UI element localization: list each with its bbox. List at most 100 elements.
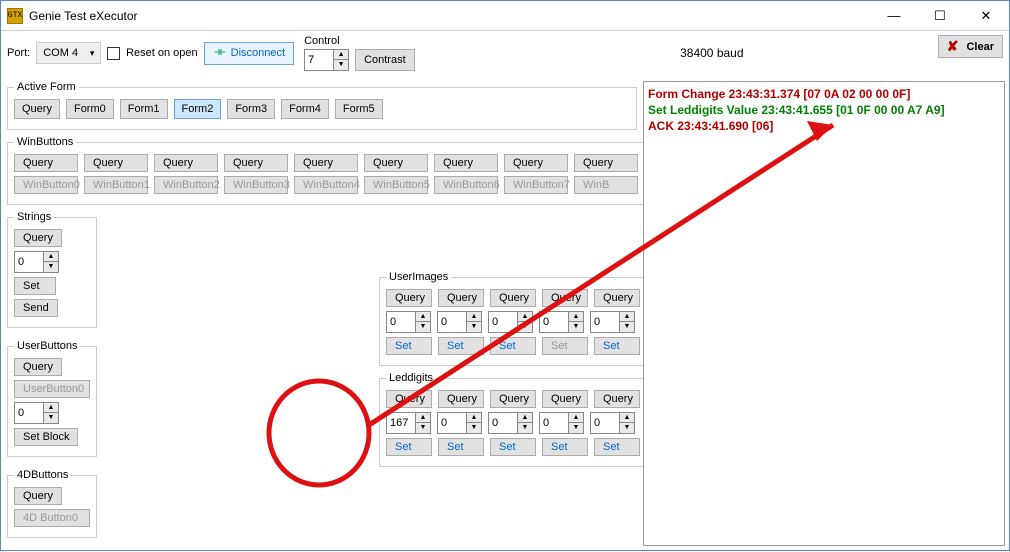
leddigits-input-1[interactable] xyxy=(438,413,466,433)
setblock-button[interactable]: Set Block xyxy=(14,428,78,446)
leddigits-input-3[interactable] xyxy=(540,413,568,433)
reset-checkbox[interactable] xyxy=(107,47,120,60)
winbutton-query-2[interactable]: Query xyxy=(154,154,218,172)
port-combo[interactable]: COM 4 ▾ xyxy=(36,42,101,64)
maximize-button[interactable]: ☐ xyxy=(917,1,963,30)
winbutton-7[interactable]: WinButton7 xyxy=(504,176,568,194)
log-line: Form Change 23:43:31.374 [07 0A 02 00 00… xyxy=(648,86,1000,102)
leddigits-query-4[interactable]: Query xyxy=(594,390,640,408)
leddigits-set-1[interactable]: Set xyxy=(438,438,484,456)
winbutton-query-7[interactable]: Query xyxy=(504,154,568,172)
window-title: Genie Test eXecutor xyxy=(29,9,871,23)
winbutton-query-0[interactable]: Query xyxy=(14,154,78,172)
winbutton-3[interactable]: WinButton3 xyxy=(224,176,288,194)
userbuttons-group: UserButtons Query UserButton0 ▲▼ Set Blo… xyxy=(7,340,97,457)
userimages-spinner-2[interactable]: ▲▼ xyxy=(488,311,533,333)
userimages-spinner-0[interactable]: ▲▼ xyxy=(386,311,431,333)
leddigits-input-4[interactable] xyxy=(591,413,619,433)
userimages-spinner-1[interactable]: ▲▼ xyxy=(437,311,482,333)
clear-button[interactable]: ✘ Clear xyxy=(938,35,1003,58)
userbuttons-input[interactable] xyxy=(15,403,43,423)
leddigits-spinner-2[interactable]: ▲▼ xyxy=(488,412,533,434)
4dbutton0-button[interactable]: 4D Button0 xyxy=(14,509,90,527)
leddigits-set-3[interactable]: Set xyxy=(542,438,588,456)
winbutton-6[interactable]: WinButton6 xyxy=(434,176,498,194)
winbutton-1[interactable]: WinButton1 xyxy=(84,176,148,194)
spin-down-icon[interactable]: ▼ xyxy=(333,60,348,70)
winbutton-query-8[interactable]: Query xyxy=(574,154,638,172)
userimages-query-4[interactable]: Query xyxy=(594,289,640,307)
control-input[interactable] xyxy=(305,50,333,70)
strings-set-button[interactable]: Set xyxy=(14,277,56,295)
userbutton0-button[interactable]: UserButton0 xyxy=(14,380,90,398)
leddigits-spinner-3[interactable]: ▲▼ xyxy=(539,412,584,434)
disconnect-icon xyxy=(213,45,227,62)
userimages-query-3[interactable]: Query xyxy=(542,289,588,307)
form-button-form0[interactable]: Form0 xyxy=(66,99,114,119)
userimages-input-4[interactable] xyxy=(591,312,619,332)
leddigits-set-2[interactable]: Set xyxy=(490,438,536,456)
winbutton-query-6[interactable]: Query xyxy=(434,154,498,172)
form-button-form1[interactable]: Form1 xyxy=(120,99,168,119)
leddigits-spinner-1[interactable]: ▲▼ xyxy=(437,412,482,434)
userimages-query-2[interactable]: Query xyxy=(490,289,536,307)
leddigits-query-0[interactable]: Query xyxy=(386,390,432,408)
userbuttons-query-button[interactable]: Query xyxy=(14,358,62,376)
log-panel: Form Change 23:43:31.374 [07 0A 02 00 00… xyxy=(643,81,1005,546)
userimages-query-0[interactable]: Query xyxy=(386,289,432,307)
strings-input[interactable] xyxy=(15,252,43,272)
leddigits-input-2[interactable] xyxy=(489,413,517,433)
leddigits-query-3[interactable]: Query xyxy=(542,390,588,408)
strings-query-button[interactable]: Query xyxy=(14,229,62,247)
userimages-spinner-3[interactable]: ▲▼ xyxy=(539,311,584,333)
userimages-input-3[interactable] xyxy=(540,312,568,332)
userimages-spinner-4[interactable]: ▲▼ xyxy=(590,311,635,333)
contrast-button[interactable]: Contrast xyxy=(355,49,415,71)
log-line: ACK 23:43:41.690 [06] xyxy=(648,118,1000,134)
leddigits-query-1[interactable]: Query xyxy=(438,390,484,408)
4dbuttons-query-button[interactable]: Query xyxy=(14,487,62,505)
winbutton-8[interactable]: WinB xyxy=(574,176,638,194)
userimages-group: UserImages Query Query Query Query Query ▲▼ ▲… xyxy=(379,271,643,366)
winbutton-query-4[interactable]: Query xyxy=(294,154,358,172)
userimages-legend: UserImages xyxy=(386,271,451,283)
form-button-form5[interactable]: Form5 xyxy=(335,99,383,119)
leddigits-query-2[interactable]: Query xyxy=(490,390,536,408)
winbutton-5[interactable]: WinButton5 xyxy=(364,176,428,194)
userimages-set-1[interactable]: Set xyxy=(438,337,484,355)
winbutton-query-5[interactable]: Query xyxy=(364,154,428,172)
winbutton-2[interactable]: WinButton2 xyxy=(154,176,218,194)
form-button-form4[interactable]: Form4 xyxy=(281,99,329,119)
close-button[interactable]: ✕ xyxy=(963,1,1009,30)
leddigits-spinner-4[interactable]: ▲▼ xyxy=(590,412,635,434)
form-button-form2[interactable]: Form2 xyxy=(174,99,222,119)
strings-send-button[interactable]: Send xyxy=(14,299,58,317)
userimages-input-2[interactable] xyxy=(489,312,517,332)
strings-group: Strings Query ▲▼ Set Send xyxy=(7,211,97,328)
winbutton-query-1[interactable]: Query xyxy=(84,154,148,172)
userimages-input-0[interactable] xyxy=(387,312,415,332)
userbuttons-spinner[interactable]: ▲▼ xyxy=(14,402,59,424)
leddigits-set-4[interactable]: Set xyxy=(594,438,640,456)
leddigits-input-0[interactable] xyxy=(387,413,415,433)
userimages-query-1[interactable]: Query xyxy=(438,289,484,307)
userimages-set-2[interactable]: Set xyxy=(490,337,536,355)
minimize-button[interactable]: — xyxy=(871,1,917,30)
spin-up-icon[interactable]: ▲ xyxy=(333,50,348,60)
userimages-set-0[interactable]: Set xyxy=(386,337,432,355)
winbutton-4[interactable]: WinButton4 xyxy=(294,176,358,194)
userimages-set-3[interactable]: Set xyxy=(542,337,588,355)
leddigits-spinner-0[interactable]: ▲▼ xyxy=(386,412,431,434)
winbutton-query-3[interactable]: Query xyxy=(224,154,288,172)
form-button-form3[interactable]: Form3 xyxy=(227,99,275,119)
leddigits-set-0[interactable]: Set xyxy=(386,438,432,456)
reset-label: Reset on open xyxy=(126,47,198,59)
strings-spinner[interactable]: ▲▼ xyxy=(14,251,59,273)
winbutton-0[interactable]: WinButton0 xyxy=(14,176,78,194)
userimages-input-1[interactable] xyxy=(438,312,466,332)
form-button-query[interactable]: Query xyxy=(14,99,60,119)
disconnect-button[interactable]: Disconnect xyxy=(204,42,294,65)
userimages-set-4[interactable]: Set xyxy=(594,337,640,355)
control-spinner[interactable]: ▲▼ xyxy=(304,49,349,71)
userbuttons-legend: UserButtons xyxy=(14,340,81,352)
